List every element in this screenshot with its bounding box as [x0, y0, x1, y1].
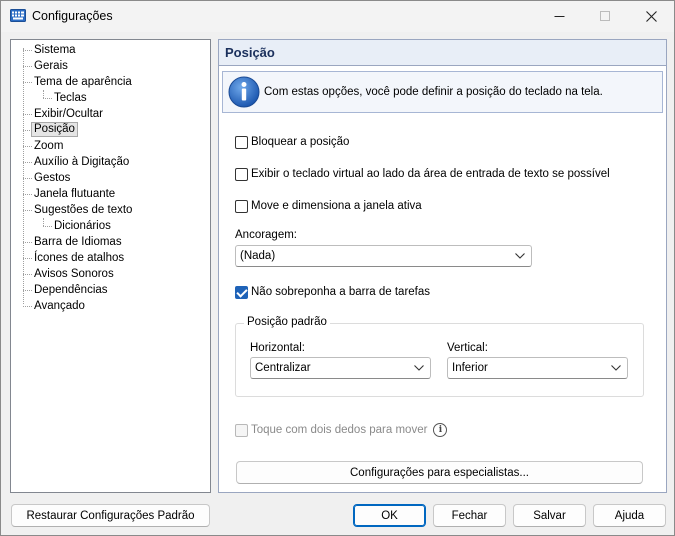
tree-item-tema[interactable]: Tema de aparência: [32, 75, 134, 90]
tree-item-teclas[interactable]: Teclas: [52, 91, 89, 106]
panel-title: Posição: [225, 45, 275, 60]
tree-line: [23, 306, 32, 307]
info-help-icon[interactable]: i: [433, 423, 448, 437]
checkbox-box[interactable]: [235, 423, 248, 437]
tree-line: [23, 162, 32, 163]
tree-line: [23, 258, 32, 259]
tree-item-sistema[interactable]: Sistema: [32, 43, 78, 58]
lock-position-label: Bloquear a posição: [251, 136, 350, 148]
minimize-icon: [554, 16, 564, 17]
tree-item-posicao[interactable]: Posição: [31, 122, 78, 137]
checkbox-box[interactable]: [235, 167, 248, 181]
show-beside-input-checkbox[interactable]: Exibir o teclado virtual ao lado da área…: [235, 166, 610, 182]
settings-tree[interactable]: Sistema Gerais Tema de aparência Teclas …: [10, 39, 211, 493]
keyboard-icon: [10, 9, 26, 22]
tree-line: [43, 90, 44, 98]
default-position-title: Posição padrão: [244, 316, 330, 328]
close-button[interactable]: Fechar: [433, 504, 506, 527]
tree-line: [23, 114, 32, 115]
anchoring-value: (Nada): [240, 250, 276, 262]
show-beside-input-label: Exibir o teclado virtual ao lado da área…: [251, 168, 610, 180]
chevron-down-icon: [515, 253, 525, 259]
tree-item-janela-flutuante[interactable]: Janela flutuante: [32, 187, 117, 202]
chevron-down-icon: [414, 365, 424, 371]
tree-line: [23, 178, 32, 179]
lock-position-checkbox[interactable]: Bloquear a posição: [235, 134, 349, 150]
tree-line: [43, 218, 44, 226]
tree-item-sugestoes[interactable]: Sugestões de texto: [32, 203, 134, 218]
info-box: Com estas opções, você pode definir a po…: [222, 71, 663, 113]
tree-item-gestos[interactable]: Gestos: [32, 171, 72, 186]
tree-item-icones-atalhos[interactable]: Ícones de atalhos: [32, 251, 126, 266]
horizontal-value: Centralizar: [255, 362, 311, 374]
move-resize-active-checkbox[interactable]: Move e dimensiona a janela ativa: [235, 198, 422, 214]
tree-line: [23, 48, 24, 304]
checkbox-box[interactable]: [235, 135, 248, 149]
anchoring-label: Ancoragem:: [235, 229, 298, 241]
tree-line: [23, 242, 32, 243]
tree-item-dicionarios[interactable]: Dicionários: [52, 219, 113, 234]
minimize-button[interactable]: [536, 1, 582, 32]
chevron-down-icon: [611, 365, 621, 371]
tree-line: [23, 82, 32, 83]
position-panel: Posição Com estas opções, você pode defi…: [218, 39, 667, 493]
anchoring-select[interactable]: (Nada): [235, 245, 532, 267]
tree-item-avancado[interactable]: Avançado: [32, 299, 87, 314]
tree-item-barra-idiomas[interactable]: Barra de Idiomas: [32, 235, 124, 250]
expert-settings-button[interactable]: Configurações para especialistas...: [236, 461, 643, 484]
close-icon: [645, 11, 657, 22]
tree-line: [23, 290, 32, 291]
info-icon: [228, 76, 260, 108]
restore-defaults-button[interactable]: Restaurar Configurações Padrão: [11, 504, 210, 527]
panel-header: Posição: [219, 40, 666, 66]
save-button[interactable]: Salvar: [513, 504, 586, 527]
tree-item-zoom[interactable]: Zoom: [32, 139, 65, 154]
ok-button[interactable]: OK: [353, 504, 426, 527]
two-finger-move-checkbox[interactable]: Toque com dois dedos para mover i: [235, 422, 448, 438]
tree-line: [23, 50, 32, 51]
vertical-value: Inferior: [452, 362, 488, 374]
tree-item-auxilio[interactable]: Auxílio à Digitação: [32, 155, 131, 170]
tree-item-gerais[interactable]: Gerais: [32, 59, 70, 74]
checkbox-box[interactable]: [235, 199, 248, 213]
maximize-button[interactable]: [582, 1, 628, 32]
move-resize-active-label: Move e dimensiona a janela ativa: [251, 200, 422, 212]
tree-line: [23, 146, 32, 147]
tree-line: [23, 194, 32, 195]
tree-item-dependencias[interactable]: Dependências: [32, 283, 110, 298]
window-title: Configurações: [32, 9, 113, 23]
vertical-select[interactable]: Inferior: [447, 357, 628, 379]
two-finger-move-label: Toque com dois dedos para mover: [251, 424, 428, 436]
maximize-icon: [599, 11, 610, 21]
default-position-group: Posição padrão Horizontal: Centralizar V…: [235, 316, 644, 397]
tree-line: [43, 226, 52, 227]
no-overlap-taskbar-label: Não sobreponha a barra de tarefas: [251, 286, 431, 298]
tree-line: [23, 274, 32, 275]
tree-line: [23, 210, 32, 211]
settings-window: Configurações Sistema Gerais Tema de apa…: [0, 0, 675, 536]
tree-line: [23, 66, 32, 67]
tree-item-exibir-ocultar[interactable]: Exibir/Ocultar: [32, 107, 105, 122]
help-button[interactable]: Ajuda: [593, 504, 666, 527]
horizontal-select[interactable]: Centralizar: [250, 357, 431, 379]
info-text: Com estas opções, você pode definir a po…: [264, 86, 603, 98]
close-window-button[interactable]: [628, 1, 674, 32]
checkbox-box[interactable]: [235, 285, 248, 299]
horizontal-label: Horizontal:: [250, 342, 305, 354]
tree-line: [43, 98, 52, 99]
tree-item-avisos-sonoros[interactable]: Avisos Sonoros: [32, 267, 116, 282]
vertical-label: Vertical:: [447, 342, 488, 354]
no-overlap-taskbar-checkbox[interactable]: Não sobreponha a barra de tarefas: [235, 284, 430, 300]
title-bar: Configurações: [1, 1, 674, 32]
